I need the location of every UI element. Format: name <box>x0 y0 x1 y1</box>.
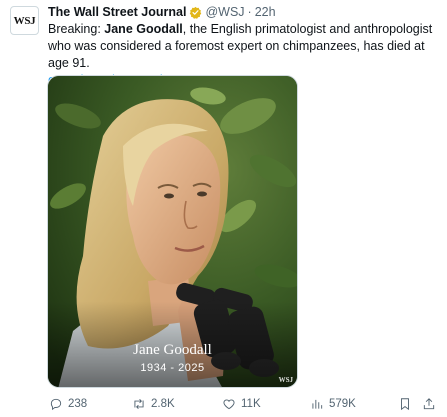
views-count: 579K <box>329 398 356 410</box>
bookmark-button[interactable] <box>398 397 412 411</box>
views-button[interactable]: 579K <box>310 397 356 411</box>
media-caption-years: 1934 - 2025 <box>140 362 205 374</box>
author-avatar[interactable]: WSJ <box>10 6 39 35</box>
share-button[interactable] <box>422 397 436 411</box>
tweet-actions-bar: 238 2.8K 11K 579K <box>44 397 440 413</box>
heart-icon <box>223 399 235 410</box>
author-name[interactable]: The Wall Street Journal <box>48 5 186 19</box>
verified-badge-icon <box>190 6 202 19</box>
share-icon <box>423 398 435 410</box>
media-watermark: WSJ <box>278 376 293 384</box>
author-handle[interactable]: @WSJ <box>205 5 244 19</box>
tweet-header: The Wall Street Journal @WSJ · 22h <box>48 4 276 20</box>
tweet-timestamp[interactable]: 22h <box>255 5 276 19</box>
like-count: 11K <box>241 398 261 410</box>
reply-icon <box>50 398 62 411</box>
tweet-media-image[interactable]: Jane Goodall 1934 - 2025 WSJ <box>47 75 298 388</box>
reply-count: 238 <box>68 398 88 410</box>
tweet-text-bold: Jane Goodall <box>104 22 183 36</box>
header-separator: · <box>247 5 252 19</box>
retweet-count: 2.8K <box>151 398 175 410</box>
retweet-button[interactable]: 2.8K <box>132 397 175 411</box>
like-button[interactable]: 11K <box>222 397 261 411</box>
retweet-icon <box>134 399 144 409</box>
bookmark-icon <box>401 398 409 411</box>
views-chart-icon <box>312 399 323 409</box>
tweet-text-prefix: Breaking: <box>48 22 105 36</box>
reply-button[interactable]: 238 <box>49 397 87 411</box>
media-caption-name: Jane Goodall <box>133 342 212 358</box>
tweet-card[interactable]: WSJ The Wall Street Journal @WSJ · 22h B… <box>0 0 447 417</box>
